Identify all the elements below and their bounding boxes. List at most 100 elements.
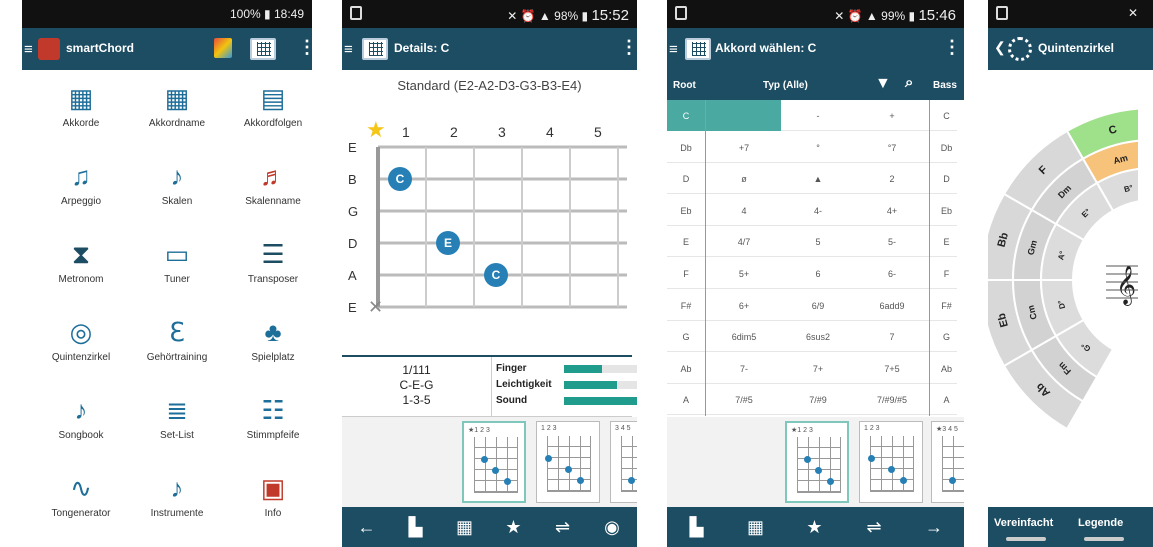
favorite-star-icon[interactable]: ★ <box>785 507 844 547</box>
table-row[interactable]: C - + C <box>667 100 957 131</box>
cell-a[interactable]: 4 <box>707 206 781 216</box>
menu-icon[interactable]: ≡ <box>669 41 678 58</box>
strum-icon[interactable]: ⇌ <box>538 507 587 547</box>
fingering-thumb[interactable]: 1 2 3 <box>859 421 923 503</box>
grid-view-icon[interactable]: ▦ <box>726 507 785 547</box>
cell-bass[interactable]: Ab <box>929 364 964 374</box>
cell-root[interactable]: F <box>667 269 705 279</box>
favorite-star-icon[interactable]: ★ <box>489 507 538 547</box>
cell-bass[interactable]: Db <box>929 143 964 153</box>
cell-b[interactable]: 6/9 <box>781 301 855 311</box>
cell-a[interactable]: 6+ <box>707 301 781 311</box>
cell-b[interactable]: 6 <box>781 269 855 279</box>
fingering-strip[interactable]: ★1 2 3 1 2 3 ★3 4 5 <box>667 417 964 507</box>
cell-root[interactable]: A <box>667 395 705 405</box>
menu-item[interactable]: ♬ Skalenname <box>218 156 312 226</box>
cell-bass[interactable]: A <box>929 395 964 405</box>
cell-b[interactable]: 5 <box>781 237 855 247</box>
menu-item[interactable]: ▦ Akkorde <box>26 78 136 148</box>
cell-a[interactable]: +7 <box>707 143 781 153</box>
fingering-thumb[interactable]: 3 4 5 <box>610 421 637 503</box>
search-icon[interactable]: ⌕ <box>905 74 913 91</box>
fingering-strip[interactable]: ★1 2 3 1 2 3 3 4 5 <box>342 417 637 507</box>
filter-icon[interactable]: ▼ <box>875 75 891 93</box>
column-type[interactable]: Typ (Alle) <box>763 80 808 91</box>
cell-a[interactable]: ø <box>707 174 781 184</box>
menu-item[interactable]: ♪ Instrumente <box>122 468 232 538</box>
menu-icon[interactable]: ≡ <box>344 41 353 58</box>
circle-of-fifths-chart[interactable]: CAmB°FDmE°Bb Gm A°Eb Cm D°AbFmG°𝄞 <box>988 70 1138 507</box>
cell-c[interactable]: 6add9 <box>855 301 929 311</box>
grid-view-icon[interactable]: ▦ <box>440 507 489 547</box>
legend-button[interactable]: Legende <box>1078 517 1123 529</box>
menu-item[interactable]: ♪ Skalen <box>122 156 232 226</box>
menu-item[interactable]: ☷ Stimmpfeife <box>218 390 312 460</box>
overflow-menu-icon[interactable]: ⋮ <box>620 37 637 58</box>
cell-c[interactable]: 7/#9/#5 <box>855 395 929 405</box>
menu-item[interactable]: ≣ Set-List <box>122 390 232 460</box>
column-bass[interactable]: Bass <box>933 80 957 91</box>
cell-c[interactable]: 2 <box>855 174 929 184</box>
cell-b[interactable]: 7/#9 <box>781 395 855 405</box>
menu-item[interactable]: ▭ Tuner <box>122 234 232 304</box>
menu-item[interactable]: ♫ Arpeggio <box>26 156 136 226</box>
fingering-thumb[interactable]: 1 2 3 <box>536 421 600 503</box>
column-root[interactable]: Root <box>673 80 696 91</box>
cell-bass[interactable]: D <box>929 174 964 184</box>
circle-of-fifths-view[interactable]: C Am B° F Dm E° Bb Gm A° Eb Cm D° Ab Fm G° 𝄞 <box>988 70 1138 507</box>
menu-item[interactable]: ♪ Songbook <box>26 390 136 460</box>
table-row[interactable]: Eb 4 4- 4+ Eb <box>667 195 957 226</box>
color-palette-icon[interactable] <box>214 38 232 58</box>
cell-b[interactable]: ▲ <box>781 174 855 184</box>
cell-root[interactable]: D <box>667 174 705 184</box>
table-row[interactable]: F# 6+ 6/9 6add9 F# <box>667 290 957 321</box>
cell-a[interactable]: 7/#5 <box>707 395 781 405</box>
table-row[interactable]: Ab 7- 7+ 7+5 Ab <box>667 353 957 384</box>
cell-a[interactable]: 6dim5 <box>707 332 781 342</box>
strum-icon[interactable]: ⇌ <box>844 507 904 547</box>
cell-c[interactable]: 7 <box>855 332 929 342</box>
table-row[interactable]: E 4/7 5 5- E <box>667 226 957 258</box>
cell-c[interactable]: 5- <box>855 237 929 247</box>
menu-item[interactable]: ☰ Transposer <box>218 234 312 304</box>
cell-root[interactable]: Eb <box>667 206 705 216</box>
cell-root[interactable]: G <box>667 332 705 342</box>
table-row[interactable]: G 6dim5 6sus2 7 G <box>667 321 957 353</box>
overflow-menu-icon[interactable]: ⋮ <box>298 37 312 58</box>
cell-c[interactable]: 6- <box>855 269 929 279</box>
forward-arrow-icon[interactable]: → <box>904 507 964 547</box>
cell-a[interactable]: 4/7 <box>707 237 781 247</box>
fingering-thumb[interactable]: ★1 2 3 <box>785 421 849 503</box>
menu-icon[interactable]: ≡ <box>24 41 33 58</box>
fretboard[interactable]: ★ 1 2 3 4 5 E B G D A E ✕ C E C <box>342 115 637 345</box>
cell-b[interactable]: 7+ <box>781 364 855 374</box>
back-chevron-icon[interactable]: ❮ <box>994 39 1006 56</box>
menu-item[interactable]: ◎ Quintenzirkel <box>26 312 136 382</box>
cell-b[interactable]: ° <box>781 143 855 153</box>
menu-item[interactable]: ⧗ Metronom <box>26 234 136 304</box>
cell-a[interactable]: 5+ <box>707 269 781 279</box>
cell-root[interactable]: E <box>667 237 705 247</box>
menu-item[interactable]: ▣ Info <box>218 468 312 538</box>
sort-icon[interactable]: ▙ <box>391 507 440 547</box>
sort-icon[interactable]: ▙ <box>667 507 726 547</box>
cell-bass[interactable]: C <box>929 111 964 121</box>
cell-root[interactable]: Ab <box>667 364 705 374</box>
simplified-button[interactable]: Vereinfacht <box>994 517 1053 529</box>
cell-bass[interactable]: E <box>929 237 964 247</box>
cell-bass[interactable]: F <box>929 269 964 279</box>
cell-c[interactable]: 7+5 <box>855 364 929 374</box>
table-row[interactable]: Dø ▲ 2 D <box>667 163 957 195</box>
menu-item[interactable]: ▦ Akkordname <box>122 78 232 148</box>
fingering-thumb[interactable]: ★1 2 3 <box>462 421 526 503</box>
cell-c[interactable]: + <box>855 111 929 121</box>
menu-item[interactable]: ∿ Tongenerator <box>26 468 136 538</box>
cell-c[interactable]: °7 <box>855 143 929 153</box>
back-arrow-icon[interactable]: ← <box>342 507 391 547</box>
cell-bass[interactable]: F# <box>929 301 964 311</box>
cell-b[interactable]: - <box>781 111 855 121</box>
cell-bass[interactable]: G <box>929 332 964 342</box>
cell-root[interactable]: Db <box>667 143 705 153</box>
table-row[interactable]: A 7/#5 7/#9 7/#9/#5 A <box>667 384 957 416</box>
overflow-menu-icon[interactable]: ⋮ <box>943 37 961 58</box>
